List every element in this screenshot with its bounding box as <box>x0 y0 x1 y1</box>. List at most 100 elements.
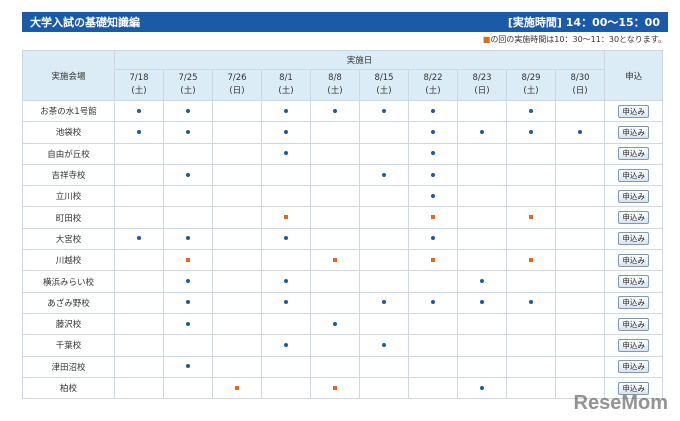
schedule-cell <box>554 121 606 144</box>
apply-button[interactable]: 申込み <box>618 275 649 289</box>
schedule-cell <box>506 312 556 336</box>
schedule-cell <box>506 334 556 357</box>
schedule-cell <box>114 355 164 378</box>
apply-button[interactable]: 申込み <box>618 317 649 331</box>
apply-button[interactable]: 申込み <box>618 211 649 225</box>
apply-button[interactable]: 申込み <box>618 147 649 161</box>
schedule-cell <box>163 355 213 378</box>
apply-button[interactable]: 申込み <box>618 168 649 182</box>
schedule-cell <box>163 291 213 314</box>
date-header: 8/23 (日) <box>457 69 507 101</box>
schedule-cell <box>212 121 262 144</box>
schedule-cell <box>310 376 360 400</box>
date-header: 7/25 (土) <box>163 69 213 101</box>
schedule-cell <box>212 99 262 123</box>
schedule-cell <box>408 355 458 378</box>
session-dot-icon <box>284 236 288 241</box>
schedule-cell <box>163 206 213 229</box>
apply-button[interactable]: 申込み <box>618 104 649 118</box>
table-row: 大宮校 申込み <box>22 227 664 251</box>
schedule-cell <box>212 291 262 314</box>
schedule-cell <box>408 334 458 357</box>
session-dot-icon <box>431 236 435 241</box>
schedule-cell <box>261 270 311 293</box>
schedule-cell <box>114 291 164 314</box>
morning-session-square-icon <box>333 257 337 262</box>
session-dot-icon <box>431 300 435 305</box>
schedule-cell <box>457 163 507 187</box>
time-note-text: の回の実施時間は10：30～11：30となります。 <box>490 35 666 44</box>
day-label: (日) <box>572 86 588 96</box>
schedule-cell <box>408 163 458 187</box>
date-label: 8/8 <box>328 73 342 83</box>
apply-button[interactable]: 申込み <box>618 232 649 246</box>
schedule-cell <box>114 142 164 165</box>
schedule-cell <box>114 121 164 144</box>
schedule-cell <box>310 355 360 378</box>
table-row: 藤沢校 申込み <box>22 312 664 336</box>
session-dot-icon <box>431 129 435 134</box>
schedule-cell <box>261 163 311 187</box>
schedule-cell <box>261 227 311 251</box>
schedule-cell <box>163 185 213 208</box>
apply-button[interactable]: 申込み <box>618 360 649 374</box>
schedule-cell <box>261 355 311 378</box>
schedule-cell <box>408 376 458 400</box>
schedule-cell <box>408 270 458 293</box>
apply-button[interactable]: 申込み <box>618 253 649 267</box>
session-dot-icon <box>431 172 435 177</box>
schedule-cell <box>212 163 262 187</box>
schedule-cell <box>506 142 556 165</box>
venue-name: 池袋校 <box>22 121 115 144</box>
schedule-cell <box>359 142 409 165</box>
apply-button[interactable]: 申込み <box>618 296 649 310</box>
schedule-cell <box>310 249 360 272</box>
schedule-cell <box>261 121 311 144</box>
venue-name: 吉祥寺校 <box>22 163 115 187</box>
schedule-cell <box>408 312 458 336</box>
morning-session-square-icon <box>431 257 435 262</box>
apply-button[interactable]: 申込み <box>618 125 649 139</box>
session-dot-icon <box>186 279 190 284</box>
table-row: 津田沼校 申込み <box>22 355 664 378</box>
schedule-cell <box>554 99 606 123</box>
venue-name: お茶の水1号館 <box>22 99 115 123</box>
morning-session-square-icon <box>333 385 337 390</box>
apply-button[interactable]: 申込み <box>618 338 649 352</box>
schedule-cell <box>310 99 360 123</box>
apply-cell: 申込み <box>604 270 664 293</box>
session-dot-icon <box>137 236 141 241</box>
apply-button[interactable]: 申込み <box>618 189 649 203</box>
session-dot-icon <box>382 172 386 177</box>
schedule-cell <box>457 142 507 165</box>
venue-name: 藤沢校 <box>22 312 115 336</box>
morning-session-square-icon <box>529 257 533 262</box>
session-dot-icon <box>186 108 190 113</box>
session-dot-icon <box>382 300 386 305</box>
apply-cell: 申込み <box>604 206 664 229</box>
schedule-cell <box>212 334 262 357</box>
venue-name: 大宮校 <box>22 227 115 251</box>
session-dot-icon <box>186 300 190 305</box>
schedule-cell <box>359 249 409 272</box>
session-dot-icon <box>382 108 386 113</box>
schedule-cell <box>310 334 360 357</box>
session-dot-icon <box>480 279 484 284</box>
venue-name: 立川校 <box>22 185 115 208</box>
schedule-cell <box>163 142 213 165</box>
date-label: 7/26 <box>227 73 247 83</box>
morning-session-square-icon <box>431 215 435 220</box>
apply-cell: 申込み <box>604 355 664 378</box>
schedule-cell <box>554 142 606 165</box>
time-label: [実施時間] 14：00～15：00 <box>507 16 660 29</box>
date-label: 7/18 <box>129 73 149 83</box>
session-dot-icon <box>529 300 533 305</box>
schedule-cell <box>114 206 164 229</box>
schedule-cell <box>114 163 164 187</box>
date-header: 7/26 (日) <box>212 69 262 101</box>
apply-cell: 申込み <box>604 291 664 314</box>
schedule-cell <box>408 227 458 251</box>
schedule-cell <box>457 121 507 144</box>
day-label: (日) <box>474 86 490 96</box>
schedule-cell <box>457 185 507 208</box>
